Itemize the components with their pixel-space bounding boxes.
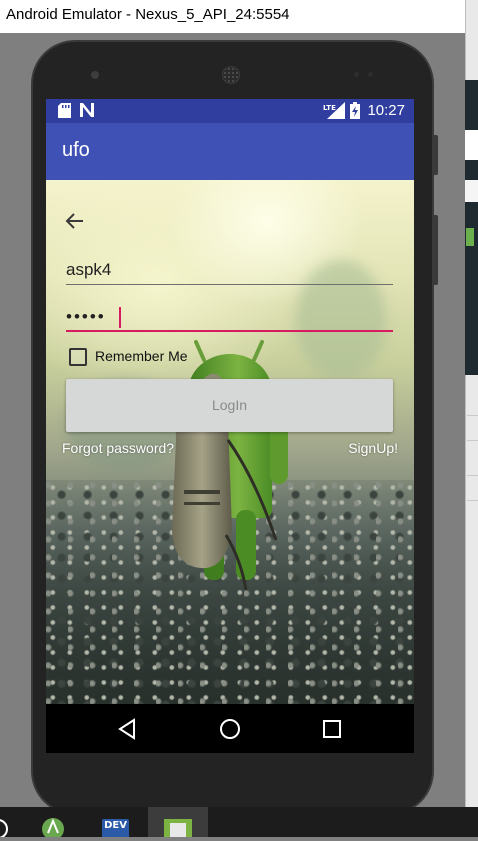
password-input[interactable]: [66, 302, 393, 332]
navigation-bar: [46, 704, 414, 753]
app-title: ufo: [62, 139, 90, 161]
adjacent-window-panel: [465, 180, 478, 202]
nav-recents-button[interactable]: [320, 717, 344, 741]
emulator-titlebar: Android Emulator - Nexus_5_API_24:5554: [0, 0, 465, 33]
adjacent-window-divider: [467, 475, 478, 476]
front-camera: [91, 71, 99, 79]
device-screen: LTE 10:27 ufo aspk4 ••••• Remember Me Lo…: [46, 99, 414, 753]
adjacent-window-panel: [465, 130, 478, 160]
username-underline: [66, 284, 393, 285]
windows-taskbar: DEV: [0, 807, 478, 840]
window-title: Android Emulator - Nexus_5_API_24:5554: [6, 6, 290, 23]
android-robot-image: [172, 340, 288, 591]
taskbar-item-android-studio[interactable]: [38, 807, 68, 840]
nav-back-button[interactable]: [116, 717, 140, 741]
password-underline: [66, 330, 393, 332]
taskbar-item-dev[interactable]: DEV: [102, 819, 129, 837]
adjacent-window-divider: [467, 415, 478, 416]
adjacent-window-accent: [466, 228, 474, 246]
remember-me-label[interactable]: Remember Me: [95, 348, 188, 364]
android-studio-icon: [42, 818, 64, 840]
volume-button[interactable]: [432, 215, 438, 285]
proximity-sensor: [354, 72, 359, 77]
signup-link[interactable]: SignUp!: [348, 440, 398, 456]
square-recents-icon: [323, 720, 341, 738]
app-bar: ufo: [46, 123, 414, 180]
status-time: 10:27: [367, 102, 405, 119]
nav-home-button[interactable]: [218, 717, 242, 741]
adjacent-window-divider: [467, 500, 478, 501]
circle-app-icon: [0, 819, 8, 839]
sd-card-icon: [58, 103, 71, 122]
triangle-back-icon: [118, 718, 135, 740]
power-button[interactable]: [432, 135, 438, 175]
battery-icon: [350, 102, 360, 123]
light-sensor: [368, 72, 373, 77]
remember-me-checkbox[interactable]: [69, 348, 87, 366]
login-button[interactable]: LogIn: [66, 379, 393, 432]
forgot-password-link[interactable]: Forgot password?: [62, 440, 174, 456]
arrow-left-icon: [65, 213, 83, 229]
emulator-app-icon: [164, 819, 192, 837]
svg-text:LTE: LTE: [323, 104, 336, 112]
lte-signal-icon: LTE: [323, 102, 345, 123]
back-arrow-button[interactable]: [64, 210, 86, 232]
login-screen: Remember Me LogIn Forgot password? SignU…: [46, 180, 414, 704]
taskbar-item-partial[interactable]: [0, 807, 12, 839]
login-button-label: LogIn: [211, 397, 248, 413]
circle-home-icon: [220, 719, 240, 739]
username-input[interactable]: [66, 255, 393, 285]
earpiece-speaker: [222, 66, 240, 84]
nfc-n-icon: [79, 102, 95, 122]
text-caret: [119, 307, 121, 328]
status-bar: LTE 10:27: [46, 99, 414, 123]
adjacent-window-divider: [467, 440, 478, 441]
taskbar-item-emulator[interactable]: [148, 807, 208, 837]
